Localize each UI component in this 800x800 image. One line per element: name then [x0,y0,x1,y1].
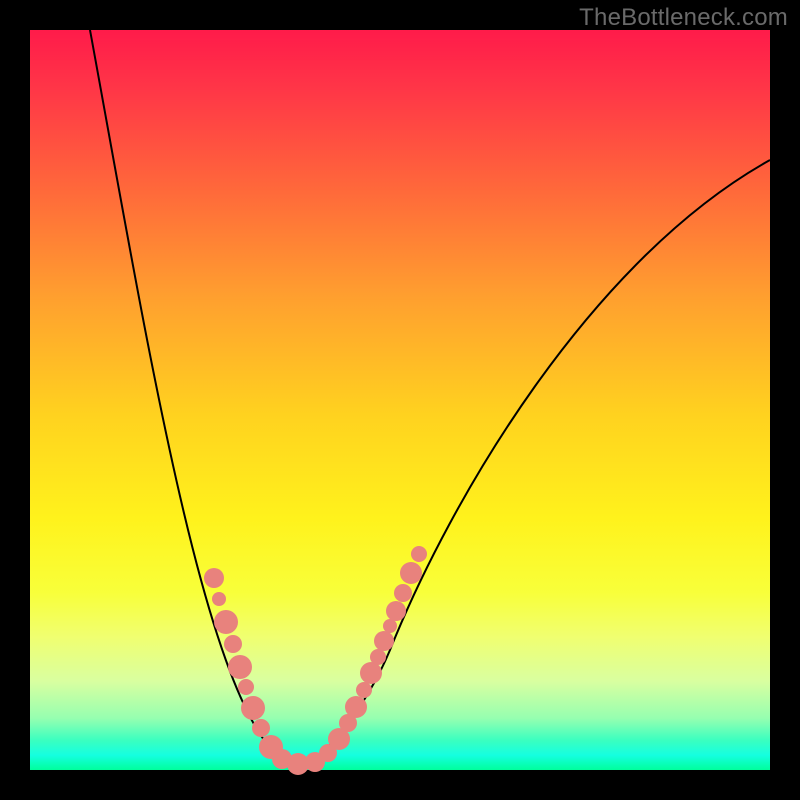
beads-group [204,546,427,775]
bead [400,562,422,584]
bead [356,682,372,698]
bead [411,546,427,562]
bead [238,679,254,695]
bead [212,592,226,606]
chart-frame: TheBottleneck.com [0,0,800,800]
bead [383,619,397,633]
bead [386,601,406,621]
bead [204,568,224,588]
bead [360,662,382,684]
bead [345,696,367,718]
bead [224,635,242,653]
plot-area [30,30,770,770]
curve-svg [30,30,770,770]
bead [252,719,270,737]
curve-left-branch [90,30,298,765]
bead [374,631,394,651]
bead [214,610,238,634]
bead [370,649,386,665]
bead [394,584,412,602]
bead [241,696,265,720]
watermark-text: TheBottleneck.com [579,4,788,32]
bead [228,655,252,679]
